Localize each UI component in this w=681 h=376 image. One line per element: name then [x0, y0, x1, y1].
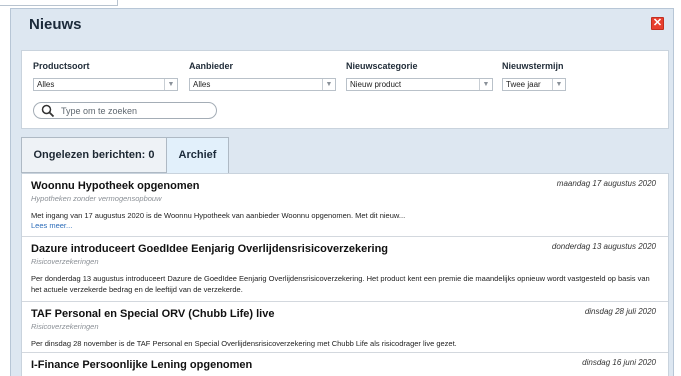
news-item-date: maandag 17 augustus 2020	[556, 179, 656, 188]
news-item[interactable]: TAF Personal en Special ORV (Chubb Life)…	[22, 302, 668, 353]
tab-unread-messages[interactable]: Ongelezen berichten: 0	[21, 137, 167, 173]
news-item-date: dinsdag 28 juli 2020	[584, 307, 656, 316]
news-item-category: Risicoverzekeringen	[31, 257, 99, 266]
search-input[interactable]	[61, 105, 211, 117]
news-list: Woonnu Hypotheek opgenomen maandag 17 au…	[21, 173, 669, 376]
background-tab	[0, 0, 118, 6]
news-item-category: Risicoverzekeringen	[31, 322, 99, 331]
news-item[interactable]: I-Finance Persoonlijke Lening opgenomen …	[22, 353, 668, 373]
news-item[interactable]: Dazure introduceert GoedIdee Eenjarig Ov…	[22, 237, 668, 302]
news-item-body: Per donderdag 13 augustus introduceert D…	[31, 274, 650, 294]
nieuwstermijn-select[interactable]: Twee jaar ▼	[502, 78, 566, 91]
productsoort-label: Productsoort	[33, 61, 90, 71]
news-dialog: Nieuws ✕ Productsoort Alles ▼ Aanbieder …	[10, 8, 674, 376]
chevron-down-icon[interactable]: ▼	[552, 79, 565, 90]
nieuwstermijn-value: Twee jaar	[506, 80, 541, 89]
chevron-down-icon[interactable]: ▼	[164, 79, 177, 90]
news-item-category: Hypotheken zonder vermogensopbouw	[31, 194, 162, 203]
filter-nieuwstermijn: Nieuwstermijn Twee jaar ▼	[502, 61, 566, 91]
dialog-title: Nieuws	[29, 16, 82, 33]
nieuwscategorie-value: Nieuw product	[350, 80, 402, 89]
aanbieder-label: Aanbieder	[189, 61, 234, 71]
nieuwstermijn-label: Nieuwstermijn	[502, 61, 564, 71]
chevron-down-icon[interactable]: ▼	[322, 79, 335, 90]
filter-nieuwscategorie: Nieuwscategorie Nieuw product ▼	[346, 61, 493, 91]
news-item-body: Per dinsdag 28 november is de TAF Person…	[31, 339, 457, 348]
aanbieder-value: Alles	[193, 80, 211, 89]
filter-aanbieder: Aanbieder Alles ▼	[189, 61, 336, 91]
productsoort-select[interactable]: Alles ▼	[33, 78, 178, 91]
filter-productsoort: Productsoort Alles ▼	[33, 61, 178, 91]
filter-panel: Productsoort Alles ▼ Aanbieder Alles ▼ N…	[21, 50, 669, 129]
close-icon[interactable]: ✕	[651, 17, 664, 30]
news-item-body: Met ingang van 17 augustus 2020 is de Wo…	[31, 211, 406, 220]
news-item[interactable]: Woonnu Hypotheek opgenomen maandag 17 au…	[22, 174, 668, 237]
nieuwscategorie-select[interactable]: Nieuw product ▼	[346, 78, 493, 91]
news-item-title[interactable]: I-Finance Persoonlijke Lening opgenomen	[31, 358, 659, 372]
dialog-header: Nieuws ✕	[11, 9, 673, 39]
news-item-date: donderdag 13 augustus 2020	[551, 242, 656, 251]
chevron-down-icon[interactable]: ▼	[479, 79, 492, 90]
tab-archive[interactable]: Archief	[166, 137, 229, 174]
news-item-title[interactable]: TAF Personal en Special ORV (Chubb Life)…	[31, 307, 659, 321]
search-icon[interactable]	[41, 104, 55, 118]
read-more-link[interactable]: Lees meer...	[31, 221, 659, 231]
search-box[interactable]	[33, 102, 217, 119]
news-item-date: dinsdag 16 juni 2020	[582, 358, 656, 367]
nieuwscategorie-label: Nieuwscategorie	[346, 61, 418, 71]
productsoort-value: Alles	[37, 80, 55, 89]
aanbieder-select[interactable]: Alles ▼	[189, 78, 336, 91]
